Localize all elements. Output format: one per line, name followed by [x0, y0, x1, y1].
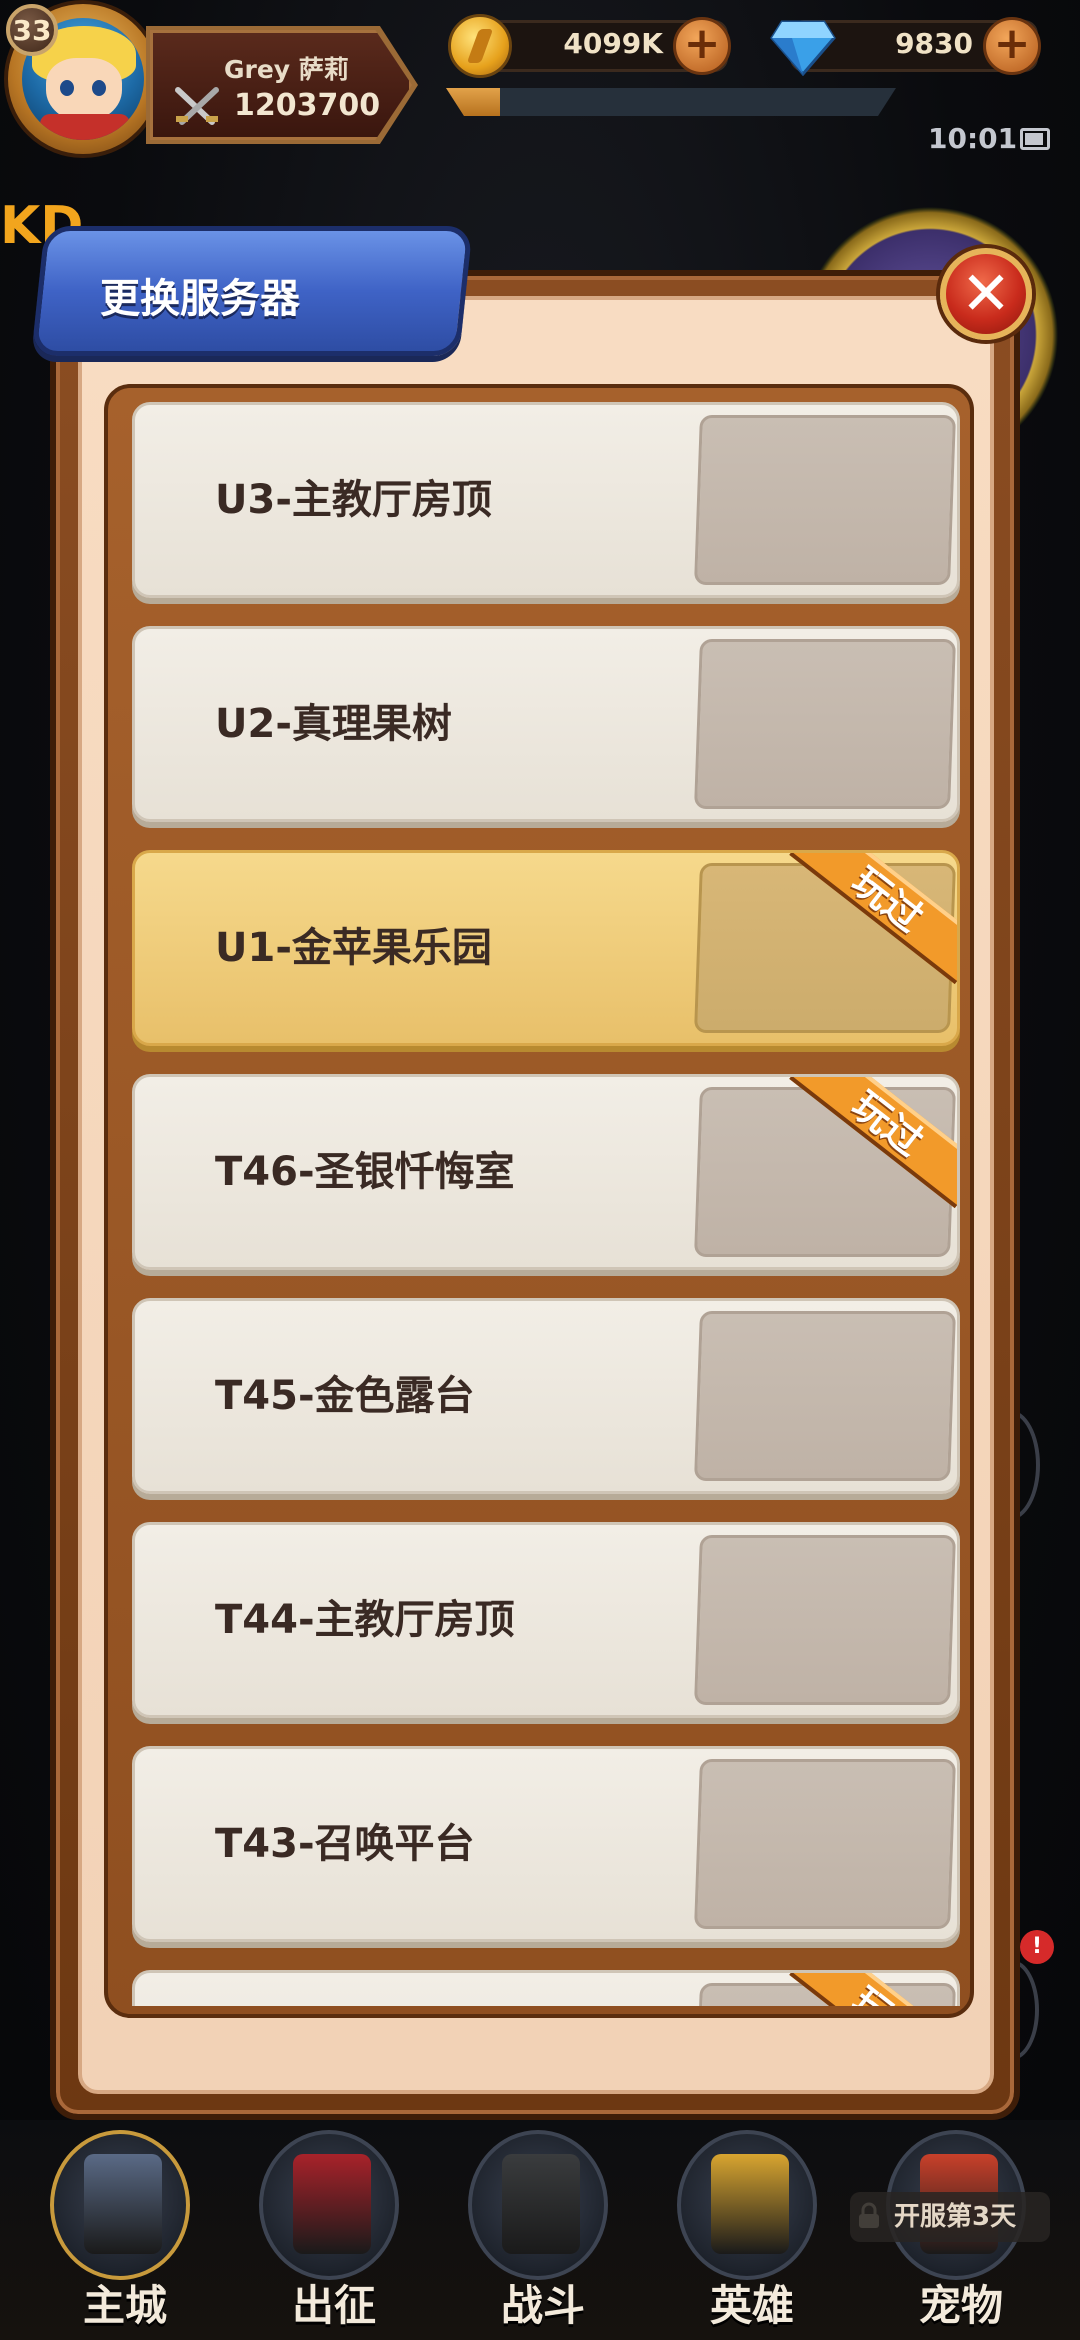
server-row[interactable]: 玩过	[132, 1970, 960, 2006]
server-row[interactable]: U1-金苹果乐园 玩过	[132, 850, 960, 1046]
server-status-slot	[694, 415, 956, 585]
server-name: U2-真理果树	[215, 701, 452, 747]
avatar-face	[46, 58, 122, 122]
top-hud: 33 Grey 萨莉 1203700 4099K + 9830 + 10:01	[0, 0, 1080, 160]
server-row[interactable]: U3-主教厅房顶	[132, 402, 960, 598]
server-row-clip: T44-主教厅房顶	[135, 1525, 957, 1715]
avatar-scarf	[40, 114, 130, 140]
server-row[interactable]: T46-圣银忏悔室 玩过	[132, 1074, 960, 1270]
nav-label: 出征	[291, 2281, 376, 2330]
gold-coin-icon	[448, 14, 512, 78]
nav-label: 宠物	[918, 2281, 1003, 2330]
hero-crest-icon	[677, 2130, 817, 2280]
server-list[interactable]: U3-主教厅房顶 U2-真理果树 U1-金苹果乐园 玩过 T46-圣银忏悔室 玩过 T45-…	[118, 396, 960, 2006]
diamond-icon	[770, 20, 836, 76]
level-badge: 33	[6, 4, 58, 56]
server-name: T45-金色露台	[215, 1373, 475, 1419]
combat-power-value: 1203700	[234, 88, 381, 123]
avatar-eye-left	[60, 80, 74, 96]
gem-amount: 9830	[895, 27, 973, 60]
player-name: Grey 萨莉	[224, 55, 349, 84]
experience-bar	[446, 88, 896, 116]
unlock-countdown-badge: 开服第3天	[850, 2192, 1050, 2242]
server-row[interactable]: T43-召唤平台	[132, 1746, 960, 1942]
server-row[interactable]: T45-金色露台	[132, 1298, 960, 1494]
game-screen: KD ! 33 Grey 萨莉 1203700 4099K + 9830 + 1…	[0, 0, 1080, 2340]
server-status-slot	[694, 1311, 956, 1481]
add-gold-button[interactable]: +	[673, 17, 731, 75]
castle-icon-art	[84, 2154, 162, 2254]
nav-label: 战斗	[500, 2281, 585, 2330]
gold-amount: 4099K	[563, 27, 663, 60]
server-name: T43-召唤平台	[215, 1821, 475, 1867]
server-name: T44-主教厅房顶	[215, 1597, 515, 1643]
nav-item[interactable]: 战斗	[423, 2130, 608, 2330]
nav-label: 英雄	[709, 2281, 794, 2330]
nav-label: 主城	[82, 2281, 167, 2330]
nav-item[interactable]: 出征	[214, 2130, 399, 2330]
server-status-slot	[694, 1759, 956, 1929]
server-row-clip: U1-金苹果乐园 玩过	[135, 853, 957, 1043]
server-row-clip: T46-圣银忏悔室 玩过	[135, 1077, 957, 1267]
dialog-title: 更换服务器	[100, 276, 300, 322]
server-name: U3-主教厅房顶	[215, 477, 492, 523]
server-list-frame: U3-主教厅房顶 U2-真理果树 U1-金苹果乐园 玩过 T46-圣银忏悔室 玩过 T45-…	[104, 384, 974, 2018]
clock: 10:01	[928, 122, 1018, 155]
server-row-clip: T45-金色露台	[135, 1301, 957, 1491]
battle-shield-icon-art	[502, 2154, 580, 2254]
nav-item[interactable]: 主城	[5, 2130, 190, 2330]
server-row-clip: U2-真理果树	[135, 629, 957, 819]
add-gem-button[interactable]: +	[983, 17, 1041, 75]
server-row-clip: 玩过	[135, 1973, 957, 2006]
close-icon[interactable]: ✕	[960, 260, 1012, 328]
server-status-slot	[694, 639, 956, 809]
crossed-swords-icon	[175, 87, 219, 125]
expedition-icon	[259, 2130, 399, 2280]
server-name: U1-金苹果乐园	[215, 925, 492, 971]
server-row[interactable]: U2-真理果树	[132, 626, 960, 822]
hero-crest-icon-art	[711, 2154, 789, 2254]
server-row-clip: T43-召唤平台	[135, 1749, 957, 1939]
server-row-clip: U3-主教厅房顶	[135, 405, 957, 595]
server-name: T46-圣银忏悔室	[215, 1149, 515, 1195]
nav-item[interactable]: 英雄	[632, 2130, 817, 2330]
server-status-slot	[694, 1535, 956, 1705]
avatar-eye-right	[92, 80, 106, 96]
expedition-icon-art	[293, 2154, 371, 2254]
battery-icon	[1020, 128, 1050, 150]
experience-bar-fill	[446, 88, 500, 116]
alert-badge: !	[1020, 1930, 1054, 1964]
server-row[interactable]: T44-主教厅房顶	[132, 1522, 960, 1718]
castle-icon	[50, 2130, 190, 2280]
battle-shield-icon	[468, 2130, 608, 2280]
